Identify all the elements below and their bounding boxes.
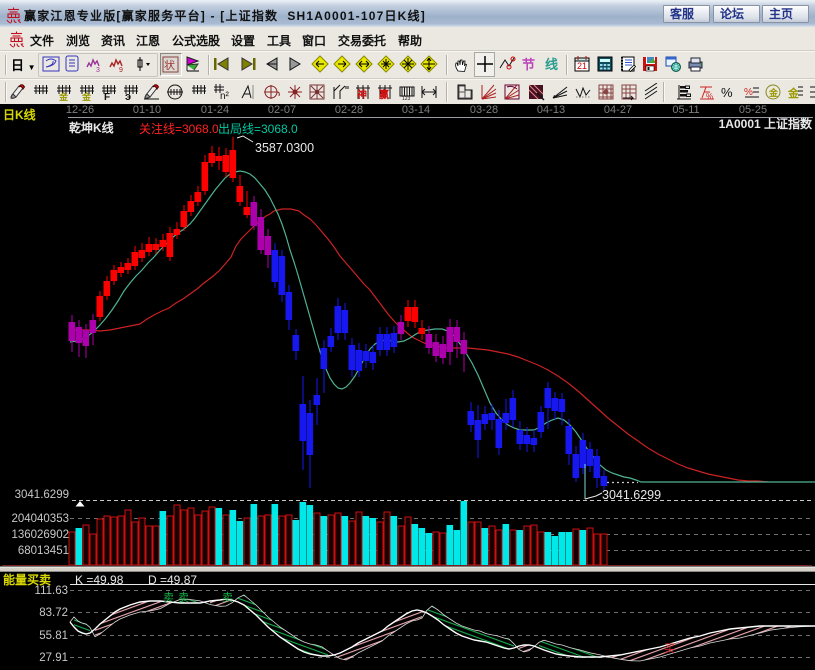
svg-text:9: 9 [119, 67, 123, 73]
svg-text:买: 买 [664, 642, 675, 655]
svg-text:状: 状 [164, 58, 175, 72]
svg-text:3587.0300: 3587.0300 [255, 141, 314, 155]
svg-text:3: 3 [96, 67, 100, 73]
svg-text:日K线: 日K线 [3, 107, 36, 122]
svg-text:02-28: 02-28 [335, 104, 363, 116]
svg-text:关注线=3068.0: 关注线=3068.0 [139, 121, 219, 136]
svg-text:线: 线 [545, 57, 558, 72]
svg-text:卖: 卖 [163, 591, 174, 604]
svg-text:136026902: 136026902 [11, 529, 69, 541]
svg-text:神: 神 [357, 88, 367, 101]
svg-text:金: 金 [58, 91, 69, 101]
svg-text:05-25: 05-25 [739, 104, 767, 116]
svg-text:F: F [104, 92, 110, 101]
svg-text:%: % [706, 92, 713, 101]
svg-text:卖: 卖 [178, 591, 189, 604]
svg-text:05-11: 05-11 [672, 104, 699, 116]
svg-text:04-27: 04-27 [604, 104, 632, 116]
svg-text:01-10: 01-10 [133, 104, 161, 116]
svg-text:03-14: 03-14 [402, 104, 430, 116]
svg-text:乾坤K线: 乾坤K线 [69, 120, 114, 135]
svg-text:04-13: 04-13 [537, 104, 565, 116]
svg-text:83.72: 83.72 [39, 607, 68, 619]
svg-text:%: % [721, 85, 733, 100]
svg-text:204040353: 204040353 [11, 513, 69, 525]
svg-text:21: 21 [577, 61, 587, 71]
svg-text:出局线=3068.0: 出局线=3068.0 [218, 122, 298, 136]
svg-text:111.63: 111.63 [35, 585, 68, 597]
svg-text:卖: 卖 [222, 591, 233, 604]
svg-text:э: э [125, 91, 131, 101]
svg-text:12-26: 12-26 [66, 104, 94, 116]
svg-text:n²: n² [220, 91, 230, 101]
svg-text:55.81: 55.81 [39, 630, 68, 642]
svg-text:3041.6299: 3041.6299 [15, 489, 69, 501]
svg-text:1A0001 上证指数: 1A0001 上证指数 [719, 116, 813, 131]
svg-text:金: 金 [81, 91, 92, 101]
svg-text:金: 金 [787, 86, 800, 100]
svg-text:%: % [744, 87, 753, 98]
svg-text:赢: 赢 [379, 88, 389, 101]
svg-text:3041.6299: 3041.6299 [602, 488, 661, 502]
svg-text:27.91: 27.91 [39, 652, 68, 664]
svg-text:节: 节 [522, 57, 535, 72]
svg-text:02-07: 02-07 [268, 104, 296, 116]
svg-text:123: 123 [402, 96, 411, 101]
svg-text:金: 金 [768, 87, 779, 98]
svg-text:03-28: 03-28 [470, 104, 498, 116]
svg-text:68013451: 68013451 [18, 545, 69, 557]
svg-text:01-24: 01-24 [201, 104, 229, 116]
